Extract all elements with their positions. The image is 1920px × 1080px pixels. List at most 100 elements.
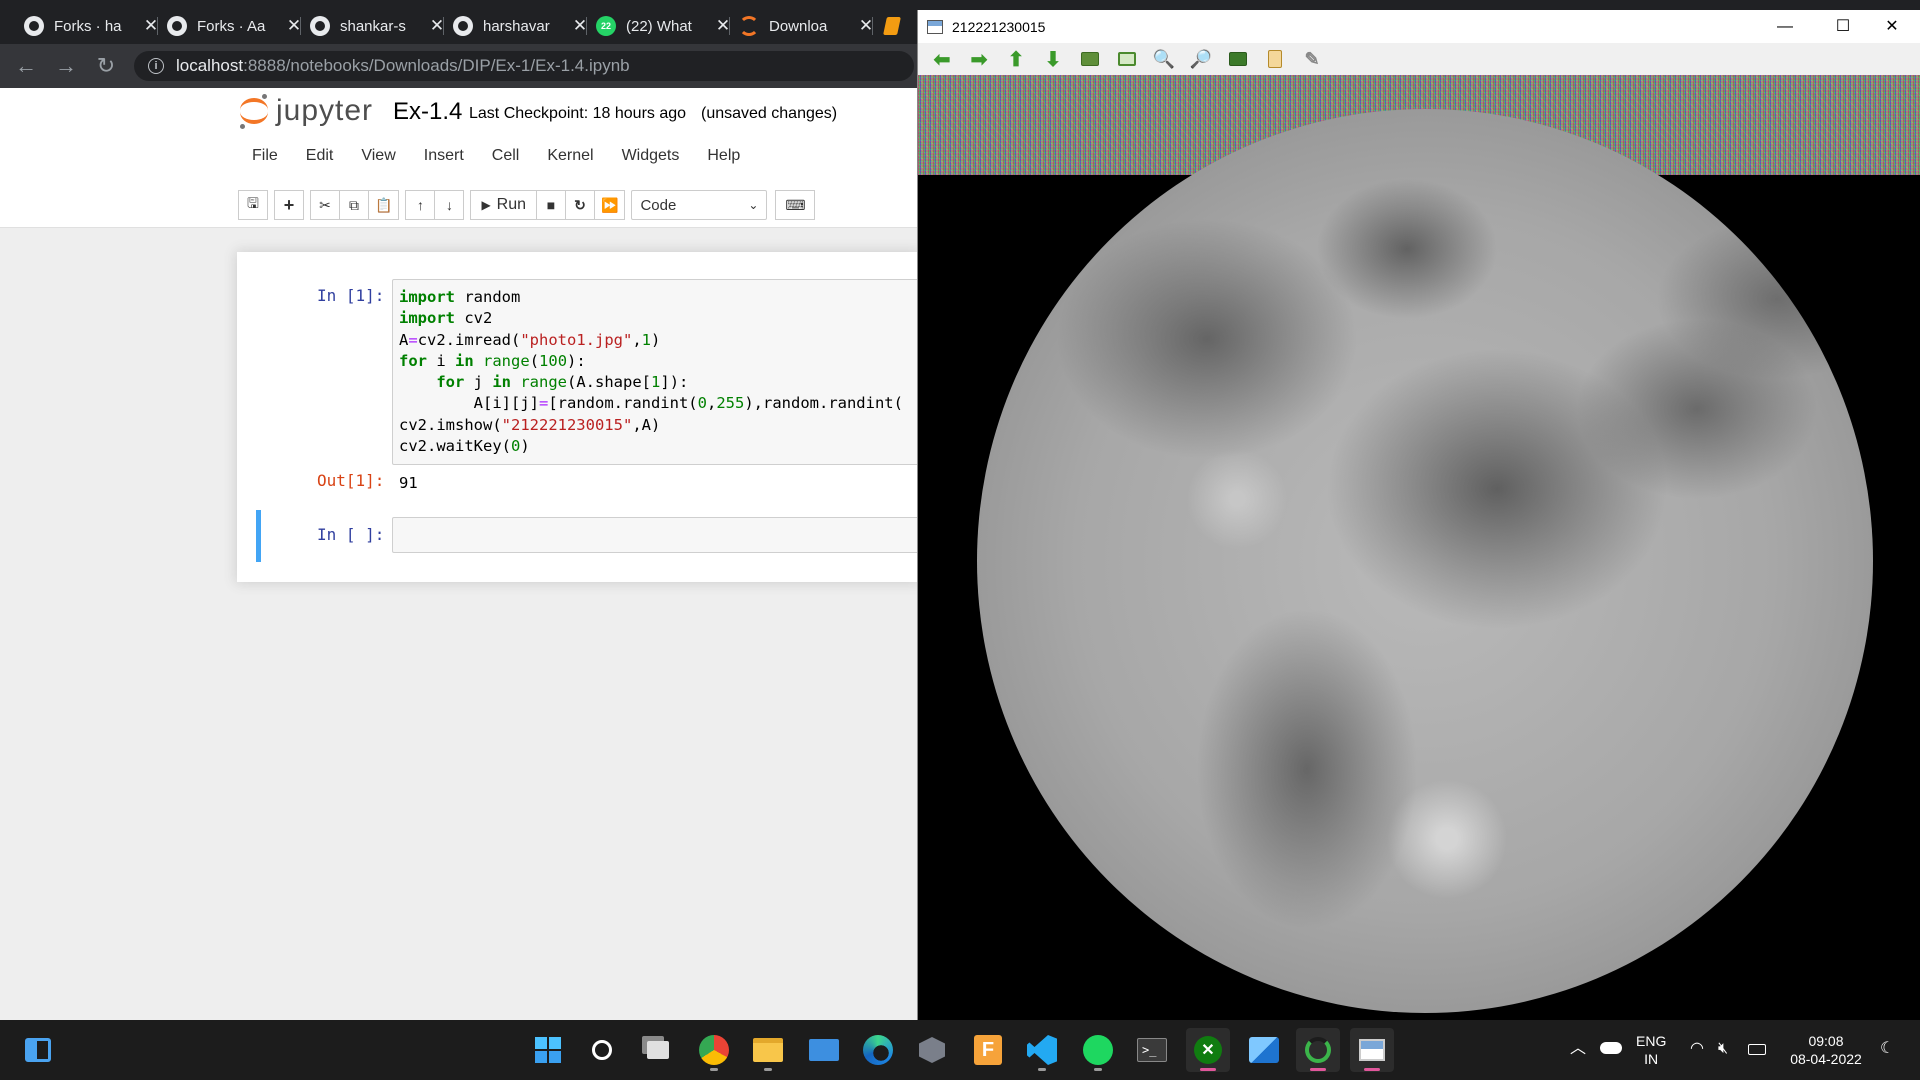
code-line: cv2.imshow("212221230015",A) [399, 415, 661, 434]
code-line: cv2.waitKey(0) [399, 437, 530, 456]
language-bottom: IN [1644, 1051, 1659, 1067]
copy-icon[interactable]: ⧉ [339, 190, 369, 220]
volume-muted-icon[interactable]: 🔇︎ [1718, 1040, 1728, 1058]
cell-type-select[interactable]: Code ⌄ [631, 190, 768, 220]
code-line: for i in range(100): [399, 351, 586, 370]
properties-icon[interactable]: ✎ [1298, 47, 1326, 71]
browser-tab[interactable]: shankar-s ✕ [300, 8, 456, 44]
tab-title: harshavar [483, 17, 550, 35]
forward-icon[interactable]: → [52, 52, 80, 80]
output-prompt: Out[1]: [317, 471, 385, 490]
pan-up-icon[interactable]: ⬆ [1002, 47, 1030, 71]
zoom-original-icon[interactable] [1076, 47, 1104, 71]
menu-kernel[interactable]: Kernel [533, 140, 607, 172]
app-f-icon[interactable]: F [966, 1028, 1010, 1072]
reload-icon[interactable]: ↻ [92, 52, 120, 80]
autosave-status: (unsaved changes) [701, 105, 838, 122]
browser-tab[interactable]: Downloa ✕ [729, 8, 885, 44]
input-prompt: In [ ]: [317, 525, 385, 544]
save-image-icon[interactable] [1224, 47, 1252, 71]
do-not-disturb-icon[interactable]: ☾ [1880, 1040, 1894, 1058]
close-button[interactable]: ✕ [1863, 10, 1920, 43]
move-up-icon[interactable]: ↑ [405, 190, 436, 220]
play-icon: ▶ [481, 198, 491, 212]
menu-cell[interactable]: Cell [478, 140, 534, 172]
pan-left-icon[interactable]: ⬅ [928, 47, 956, 71]
wifi-icon[interactable]: ◠ [1690, 1040, 1704, 1058]
vscode-icon[interactable] [1020, 1028, 1064, 1072]
search-icon[interactable] [580, 1028, 624, 1072]
browser-tab[interactable]: harshavar ✕ [443, 8, 599, 44]
github-icon [310, 16, 330, 36]
spotify-icon[interactable] [1076, 1028, 1120, 1072]
cut-icon[interactable]: ✂ [310, 190, 340, 220]
menu-file[interactable]: File [238, 140, 292, 172]
insert-cell-icon[interactable]: + [274, 190, 304, 220]
menu-help[interactable]: Help [693, 140, 754, 172]
menu-insert[interactable]: Insert [410, 140, 478, 172]
stop-icon[interactable]: ■ [536, 190, 567, 220]
task-view-widgets-icon[interactable] [16, 1028, 60, 1072]
url-host: localhost [176, 56, 244, 75]
language-indicator[interactable]: ENG IN [1636, 1032, 1666, 1068]
image-canvas[interactable] [918, 75, 1920, 1020]
opencv-window-icon[interactable] [1350, 1028, 1394, 1072]
browser-tab[interactable]: Forks · ha ✕ [14, 8, 170, 44]
browser-tab[interactable] [872, 8, 922, 44]
output-value: 91 [399, 474, 418, 492]
onedrive-icon[interactable] [1600, 1042, 1622, 1054]
mail-icon[interactable] [802, 1028, 846, 1072]
book-icon [882, 16, 902, 36]
menu-edit[interactable]: Edit [292, 140, 348, 172]
zoom-in-icon[interactable]: 🔍 [1150, 47, 1178, 71]
zoom-out-icon[interactable]: 🔎 [1187, 47, 1215, 71]
photos-icon[interactable] [1242, 1028, 1286, 1072]
fast-forward-icon[interactable]: ⏩ [594, 190, 626, 220]
file-explorer-icon[interactable] [746, 1028, 790, 1072]
window-titlebar[interactable]: 212221230015 — ☐ ✕ [918, 10, 1920, 43]
code-cell-editor[interactable]: import random import cv2 A=cv2.imread("pho… [392, 279, 932, 465]
show-hidden-icons-icon[interactable]: ︿ [1570, 1040, 1586, 1058]
code-line: import cv2 [399, 309, 493, 328]
code-line: import random [399, 288, 521, 306]
menu-widgets[interactable]: Widgets [608, 140, 694, 172]
zoom-fit-icon[interactable] [1113, 47, 1141, 71]
browser-tab[interactable]: Forks · Aa ✕ [157, 8, 313, 44]
terminal-icon[interactable]: >_ [1130, 1028, 1174, 1072]
chrome-icon[interactable] [692, 1028, 736, 1072]
edge-icon[interactable] [856, 1028, 900, 1072]
cell-type-value: Code [640, 196, 677, 214]
notebook-name[interactable]: Ex-1.4 [393, 98, 462, 126]
copy-image-icon[interactable] [1261, 47, 1289, 71]
tab-title: Downloa [769, 17, 828, 35]
save-icon[interactable]: 🖫 [238, 190, 268, 220]
app-hexagon-icon[interactable] [910, 1028, 954, 1072]
menu-view[interactable]: View [347, 140, 409, 172]
url-field[interactable]: i localhost:8888/notebooks/Downloads/DIP… [134, 51, 914, 81]
pan-down-icon[interactable]: ⬇ [1039, 47, 1067, 71]
paste-icon[interactable]: 📋 [368, 190, 400, 220]
window-title: 212221230015 [952, 18, 1046, 35]
run-button[interactable]: ▶ Run [470, 190, 538, 220]
minimize-button[interactable]: — [1756, 10, 1814, 43]
input-prompt: In [1]: [317, 286, 385, 305]
back-icon[interactable]: ← [12, 52, 40, 80]
restart-icon[interactable]: ↻ [565, 190, 596, 220]
browser-tab[interactable]: 22 (22) What ✕ [586, 8, 742, 44]
site-info-icon[interactable]: i [148, 58, 164, 74]
github-icon [167, 16, 187, 36]
clock[interactable]: 09:08 08-04-2022 [1786, 1032, 1866, 1068]
jupyter-logo[interactable]: jupyter [240, 94, 373, 129]
moon-image [977, 109, 1873, 1013]
start-icon[interactable] [526, 1028, 570, 1072]
pan-right-icon[interactable]: ➡ [965, 47, 993, 71]
keyboard-icon[interactable]: ⌨ [775, 190, 816, 220]
notebook-toolbar: 🖫 + ✂ ⧉ 📋 ↑ ↓ ▶ Run ■ ↻ ⏩ Code ⌄ ⌨ [238, 190, 816, 222]
move-down-icon[interactable]: ↓ [434, 190, 465, 220]
empty-code-cell[interactable] [392, 517, 932, 553]
python-spinner-icon[interactable] [1296, 1028, 1340, 1072]
task-view-icon[interactable] [636, 1028, 680, 1072]
xbox-icon[interactable]: ✕ [1186, 1028, 1230, 1072]
battery-icon[interactable] [1748, 1044, 1766, 1055]
tab-title: (22) What [626, 17, 692, 35]
